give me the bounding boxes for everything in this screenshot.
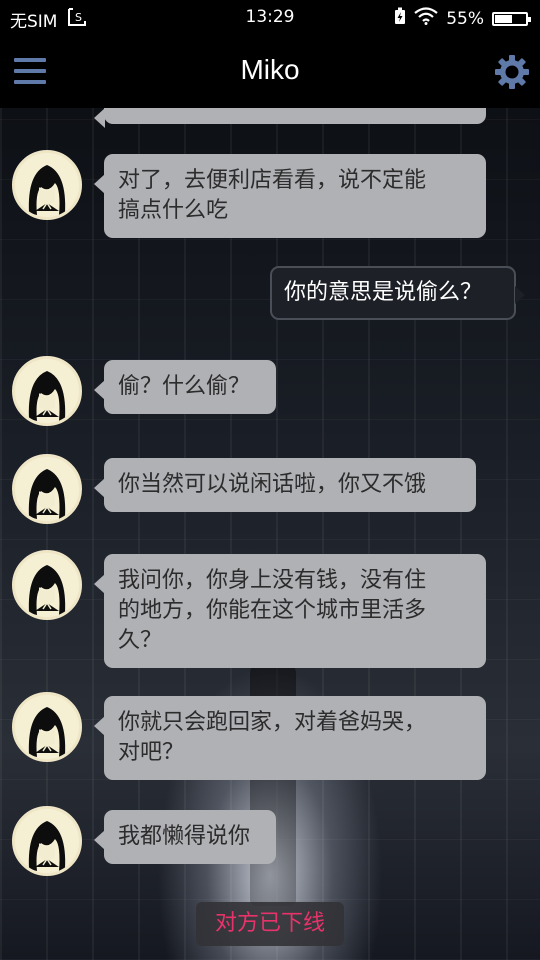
- wifi-icon: [414, 7, 438, 30]
- page-title: Miko: [240, 54, 300, 85]
- contact-avatar[interactable]: [12, 454, 82, 524]
- svg-text:S: S: [75, 11, 82, 24]
- app-bar: Miko: [0, 34, 540, 108]
- message-bubble-incoming: 偷？什么偷？: [94, 360, 276, 414]
- status-right: 55%: [394, 7, 531, 30]
- message-bubble-incoming: 对了，去便利店看看，说不定能 搞点什么吃: [94, 154, 486, 238]
- battery-percent: 55%: [446, 8, 484, 29]
- battery-icon: [492, 11, 531, 26]
- screenshot-notification-icon: S: [67, 8, 87, 31]
- status-bar: 无SIM S 13:29 55%: [0, 0, 540, 34]
- message-bubble-incoming: 你就只会跑回家，对着爸妈哭， 对吧？: [94, 696, 486, 780]
- message-bubble-incoming: 我问你，你身上没有钱，没有住 的地方，你能在这个城市里活多 久？: [94, 554, 486, 668]
- contact-avatar[interactable]: [12, 356, 82, 426]
- carrier-label: 无SIM: [10, 12, 58, 32]
- contact-avatar[interactable]: [12, 692, 82, 762]
- gear-icon[interactable]: [494, 54, 530, 90]
- message-bubble-incoming: 我都懒得说你: [94, 810, 276, 864]
- message-bubble-incoming: 你当然可以说闲话啦，你又不饿: [94, 458, 476, 512]
- message-bubble-outgoing: 你的意思是说偷么？: [270, 266, 525, 320]
- contact-avatar[interactable]: [12, 806, 82, 876]
- status-left: 无SIM S: [10, 7, 87, 32]
- chat-area[interactable]: 对了，去便利店看看，说不定能 搞点什么吃 你的意思是说偷么？ 偷？什么偷？ 你当…: [0, 108, 540, 960]
- battery-charging-icon: [394, 7, 406, 30]
- hamburger-menu-icon[interactable]: [14, 56, 48, 86]
- contact-avatar[interactable]: [12, 150, 82, 220]
- battery-level-fill: [495, 14, 512, 23]
- contact-offline-status: 对方已下线: [196, 902, 344, 946]
- silhouette-figure-image: [250, 656, 296, 906]
- contact-avatar[interactable]: [12, 550, 82, 620]
- message-bubble-partial: [94, 108, 486, 128]
